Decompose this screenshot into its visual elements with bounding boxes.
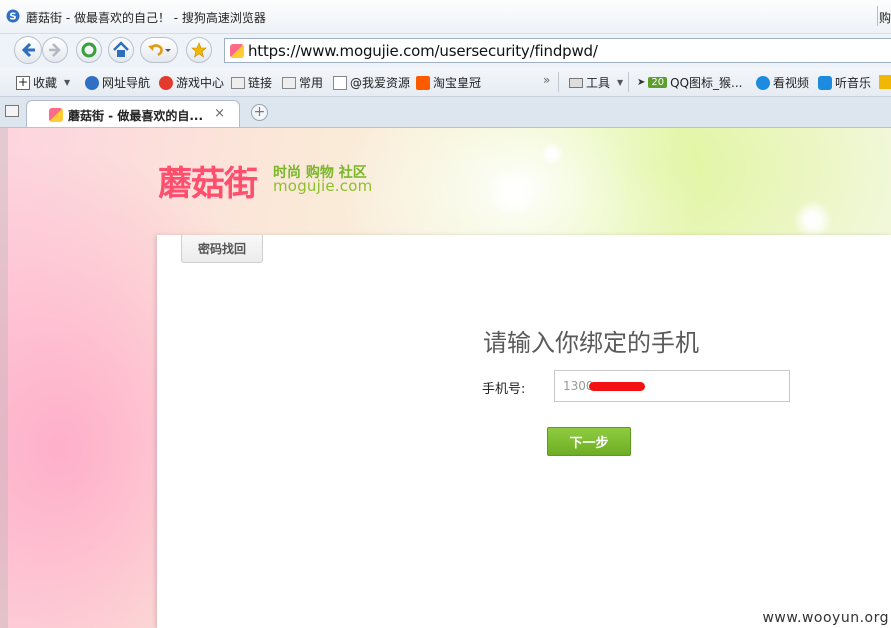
- title-right-menu[interactable]: 购: [879, 9, 891, 26]
- address-bar[interactable]: https://www.mogujie.com/usersecurity/fin…: [224, 38, 891, 63]
- page-heading: 请输入你绑定的手机: [483, 329, 699, 357]
- address-url[interactable]: https://www.mogujie.com/usersecurity/fin…: [248, 42, 598, 60]
- bookmark-label: 网址导航: [102, 76, 151, 90]
- bookmark-label: 收藏: [33, 76, 58, 90]
- forward-button[interactable]: [42, 37, 68, 63]
- refresh-icon: [81, 42, 97, 58]
- video-icon: [756, 75, 770, 90]
- svg-text:S: S: [9, 12, 16, 23]
- page-viewport: 蘑菇街 时尚 购物 社区 mogujie.com 密码找回 请输入你绑定的手机 …: [0, 128, 891, 628]
- decorative-bubble: [540, 142, 564, 166]
- back-button[interactable]: [14, 36, 42, 64]
- star-icon: [191, 42, 207, 58]
- bookmark-label: 链接: [248, 76, 273, 90]
- window-title-bar: S 蘑菇街 - 做最喜欢的自己！ - 搜狗高速浏览器 购: [0, 0, 891, 34]
- undo-icon: [148, 44, 171, 57]
- page-edge-shadow: [0, 128, 8, 628]
- bookmark-favorites[interactable]: + 收藏 ▼: [16, 74, 70, 91]
- game-icon: [159, 75, 173, 90]
- bookmark-label: 淘宝皇冠: [433, 76, 482, 90]
- bookmark-common[interactable]: 常用: [282, 74, 323, 91]
- bookmark-games[interactable]: 游戏中心: [159, 74, 224, 91]
- tab-strip: 蘑菇街 - 做最喜欢的自... × +: [0, 97, 891, 128]
- bookmark-resources[interactable]: @我爱资源: [333, 74, 410, 91]
- extension-icon[interactable]: [879, 75, 891, 89]
- bookmark-label: 常用: [299, 76, 324, 90]
- favorite-button[interactable]: [186, 37, 212, 63]
- overflow-chevron-icon[interactable]: »: [543, 73, 550, 87]
- tab-list-icon[interactable]: [5, 105, 19, 117]
- bookmarks-divider: [558, 72, 559, 92]
- tab-label: 蘑菇街 - 做最喜欢的自...: [68, 109, 204, 123]
- bookmark-taobao[interactable]: 淘宝皇冠: [416, 74, 481, 91]
- sogou-browser-icon: S: [6, 9, 20, 23]
- undo-close-button[interactable]: [140, 37, 178, 63]
- watermark: www.wooyun.org: [762, 610, 889, 626]
- forward-arrow-icon: [49, 43, 61, 57]
- site-favicon: [49, 108, 63, 122]
- bookmark-music[interactable]: 听音乐: [818, 74, 871, 91]
- bookmarks-divider: [628, 72, 629, 92]
- folder-icon: [282, 76, 296, 89]
- cursor-arrow-icon: ➤: [637, 77, 646, 88]
- bookmark-qq[interactable]: ➤ 20 QQ图标_猴...: [637, 74, 742, 91]
- tools-menu[interactable]: 工具 ▼: [569, 74, 623, 91]
- home-icon: [113, 41, 129, 57]
- bookmark-video[interactable]: 看视频: [756, 74, 809, 91]
- refresh-button[interactable]: [76, 37, 102, 63]
- taobao-icon: [416, 75, 430, 90]
- password-recovery-panel: 密码找回 请输入你绑定的手机 手机号: 下一步: [157, 235, 891, 628]
- bookmark-label: 游戏中心: [176, 76, 225, 90]
- bookmark-label: 工具: [586, 76, 611, 90]
- folder-icon: [231, 76, 245, 89]
- bookmark-label: 听音乐: [835, 76, 872, 90]
- bookmark-nav[interactable]: 网址导航: [85, 74, 150, 91]
- tools-icon: [569, 77, 583, 88]
- bookmark-label: QQ图标_猴...: [670, 76, 743, 90]
- back-arrow-icon: [21, 42, 35, 58]
- tab-password-recovery[interactable]: 密码找回: [181, 235, 263, 263]
- phone-label: 手机号:: [482, 382, 526, 397]
- next-step-button[interactable]: 下一步: [547, 427, 631, 456]
- title-divider: [877, 6, 878, 26]
- tab-close-icon[interactable]: ×: [214, 106, 225, 121]
- page-icon: [333, 75, 347, 90]
- decorative-bubble: [793, 200, 833, 240]
- bookmarks-bar: + 收藏 ▼ 网址导航 游戏中心 链接 常用 @我爱资源 淘宝皇冠 » 工具 ▼…: [0, 68, 891, 97]
- navigation-toolbar: https://www.mogujie.com/usersecurity/fin…: [0, 34, 891, 68]
- bookmark-label: 看视频: [773, 76, 810, 90]
- bookmark-links[interactable]: 链接: [231, 74, 272, 91]
- site-favicon: [230, 44, 244, 58]
- window-title: 蘑菇街 - 做最喜欢的自己！ - 搜狗高速浏览器: [26, 11, 266, 25]
- decorative-bubble: [488, 168, 538, 218]
- plus-icon: +: [16, 74, 30, 90]
- qq-badge: 20: [648, 77, 668, 88]
- tab-mogujie[interactable]: 蘑菇街 - 做最喜欢的自... ×: [26, 100, 240, 127]
- logo-domain: mogujie.com: [273, 177, 373, 195]
- chevron-down-icon: ▼: [64, 78, 71, 87]
- home-button[interactable]: [108, 37, 134, 63]
- new-tab-button[interactable]: +: [251, 104, 268, 121]
- music-icon: [818, 75, 832, 90]
- chevron-down-icon: ▼: [617, 78, 624, 87]
- bookmark-label: @我爱资源: [350, 76, 411, 90]
- site-logo[interactable]: 蘑菇街: [158, 156, 258, 205]
- sogou-icon: [85, 75, 99, 90]
- redaction-mark: [589, 382, 645, 391]
